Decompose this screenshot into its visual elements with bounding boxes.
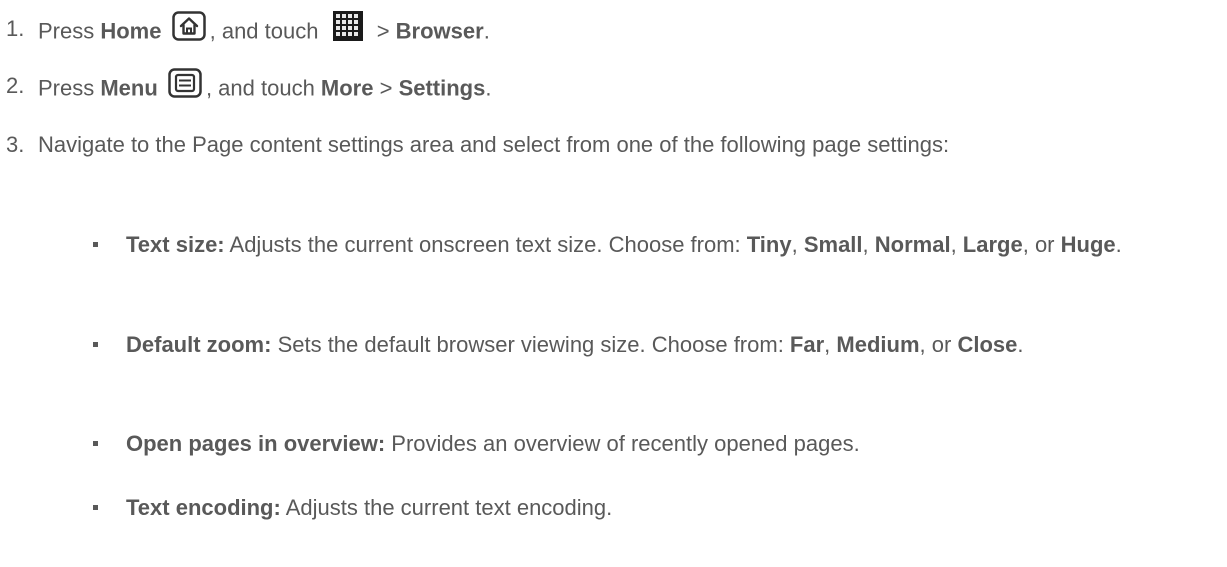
bullet-marker (93, 441, 98, 446)
bullet-marker (93, 342, 98, 347)
step-1: 1. Press Home , and touch > Browser. (6, 11, 1217, 52)
bullet-marker (93, 242, 98, 247)
bullet-text-encoding: Text encoding: Adjusts the current text … (66, 492, 1217, 524)
joiner: , (950, 232, 963, 257)
home-icon (171, 11, 206, 50)
bullet-term: Default zoom: (126, 332, 272, 357)
bullet-desc: Provides an overview of recently opened … (385, 431, 860, 456)
step-text: Navigate to the Page content settings ar… (38, 132, 950, 157)
text-period: . (1115, 232, 1122, 257)
item-more: More (320, 75, 374, 101)
item-browser: Browser (395, 18, 484, 44)
joiner: , or (1022, 232, 1061, 257)
bullet-desc: Adjusts the current text encoding. (280, 495, 613, 520)
option: Large (962, 232, 1023, 257)
text-period: . (1017, 332, 1024, 357)
text-period: . (483, 18, 490, 44)
key-home: Home (100, 18, 162, 44)
text-touch: , and touch (205, 75, 321, 101)
text-period: . (485, 75, 492, 101)
option: Small (803, 232, 863, 257)
joiner: , or (919, 332, 958, 357)
item-settings: Settings (398, 75, 486, 101)
bullet-term: Text encoding: (126, 495, 281, 520)
step-text: Press Menu , and touch More > Settings. (38, 68, 1217, 109)
joiner: , (824, 332, 837, 357)
step-number: 3. (6, 132, 25, 157)
text-press: Press (38, 18, 101, 44)
bullet-desc: Adjusts the current onscreen text size. … (224, 232, 747, 257)
bullet-marker (93, 505, 98, 510)
option: Tiny (746, 232, 792, 257)
bullet-term: Open pages in overview: (126, 431, 386, 456)
option: Close (957, 332, 1018, 357)
text-separator: > (370, 18, 396, 44)
step-number: 1. (6, 16, 25, 41)
bullet-default-zoom: Default zoom: Sets the default browser v… (66, 329, 1217, 361)
bullet-text-size: Text size: Adjusts the current onscreen … (66, 229, 1217, 261)
text-press: Press (38, 75, 101, 101)
step-number: 2. (6, 73, 25, 98)
apps-grid-icon (332, 11, 363, 50)
bullet-term: Text size: (126, 232, 225, 257)
step-3: 3. Navigate to the Page content settings… (6, 129, 1217, 161)
bullet-desc: Sets the default browser viewing size. C… (271, 332, 790, 357)
step-2: 2. Press Menu , and touch More > Setting… (6, 68, 1217, 109)
key-menu: Menu (100, 75, 158, 101)
joiner: , (862, 232, 875, 257)
option: Far (789, 332, 825, 357)
bullet-text: Open pages in overview: Provides an over… (126, 428, 1217, 460)
text-touch: , and touch (209, 18, 325, 44)
step-text: Press Home , and touch > Browser. (38, 11, 1217, 52)
bullet-text: Text size: Adjusts the current onscreen … (126, 229, 1217, 261)
bullet-text: Text encoding: Adjusts the current text … (126, 492, 1217, 524)
bullet-text: Default zoom: Sets the default browser v… (126, 329, 1217, 361)
option: Normal (874, 232, 951, 257)
bullet-open-pages: Open pages in overview: Provides an over… (66, 428, 1217, 460)
joiner: , (791, 232, 804, 257)
option: Huge (1060, 232, 1116, 257)
option: Medium (836, 332, 920, 357)
menu-icon (168, 68, 202, 107)
text-separator: > (373, 75, 399, 101)
